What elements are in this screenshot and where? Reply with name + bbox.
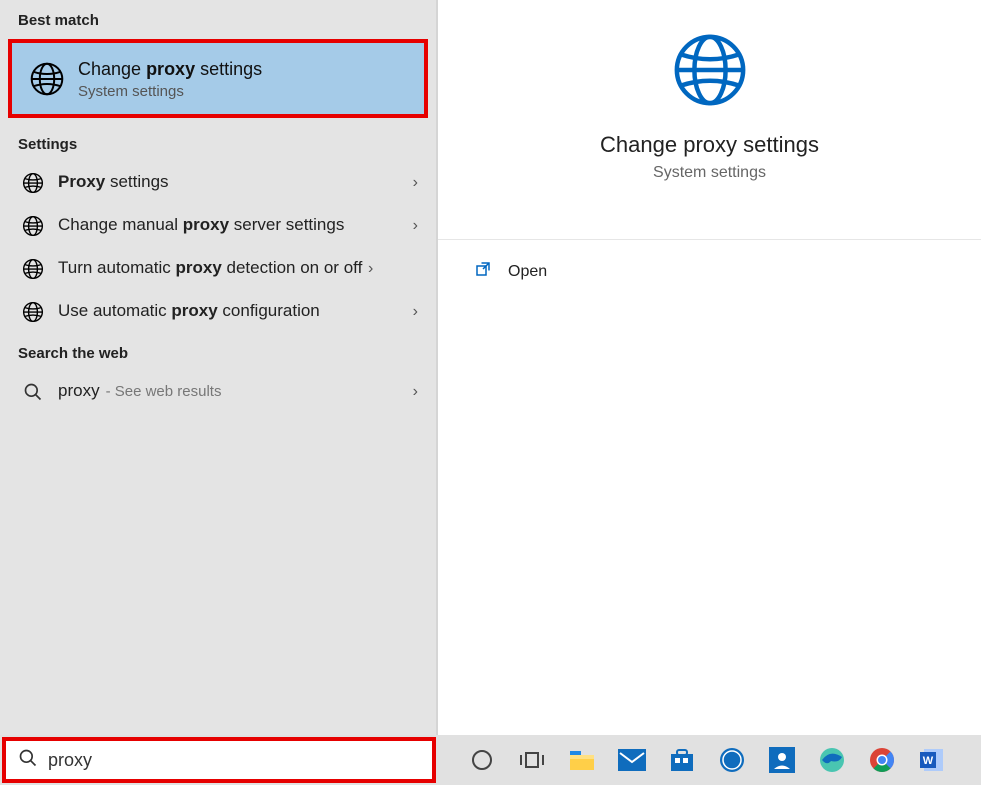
store-icon[interactable]: [666, 744, 698, 776]
globe-icon: [18, 301, 48, 323]
cortana-icon[interactable]: [466, 744, 498, 776]
preview-title: Change proxy settings: [600, 132, 819, 158]
chevron-right-icon: ›: [368, 260, 373, 278]
edge-icon[interactable]: [816, 744, 848, 776]
globe-icon: [18, 172, 48, 194]
web-result-proxy[interactable]: proxy - See web results ›: [4, 370, 432, 413]
chevron-right-icon: ›: [413, 174, 418, 192]
search-box[interactable]: [2, 737, 436, 783]
open-external-icon: [474, 260, 492, 283]
word-icon[interactable]: W: [916, 744, 948, 776]
file-explorer-icon[interactable]: [566, 744, 598, 776]
settings-item-auto-proxy-config[interactable]: Use automatic proxy configuration ›: [4, 290, 432, 333]
contacts-icon[interactable]: [766, 744, 798, 776]
chrome-icon[interactable]: [866, 744, 898, 776]
open-action[interactable]: Open: [438, 240, 981, 303]
settings-item-proxy-settings[interactable]: Proxy settings ›: [4, 161, 432, 204]
open-label: Open: [508, 263, 547, 281]
dell-icon[interactable]: [716, 744, 748, 776]
search-results-panel: Best match Change proxy settings System …: [0, 0, 438, 735]
taskbar: W: [0, 735, 981, 785]
best-match-subtitle: System settings: [78, 83, 262, 100]
best-match-result[interactable]: Change proxy settings System settings: [8, 39, 428, 118]
preview-panel: Change proxy settings System settings Op…: [438, 0, 981, 735]
settings-item-auto-proxy-detection[interactable]: Turn automatic proxy detection on or off…: [4, 247, 432, 290]
chevron-right-icon: ›: [413, 217, 418, 235]
best-match-title: Change proxy settings: [78, 57, 262, 81]
globe-icon: [26, 61, 68, 97]
search-web-header: Search the web: [0, 333, 436, 370]
settings-header: Settings: [0, 124, 436, 161]
svg-text:W: W: [923, 755, 934, 767]
preview-subtitle: System settings: [653, 164, 766, 182]
task-view-icon[interactable]: [516, 744, 548, 776]
globe-icon: [18, 215, 48, 237]
web-term: proxy: [58, 380, 100, 403]
web-suffix: - See web results: [106, 382, 222, 402]
mail-icon[interactable]: [616, 744, 648, 776]
search-icon: [18, 382, 48, 402]
chevron-right-icon: ›: [413, 303, 418, 321]
chevron-right-icon: ›: [413, 383, 418, 401]
settings-item-manual-proxy[interactable]: Change manual proxy server settings ›: [4, 204, 432, 247]
best-match-header: Best match: [0, 0, 436, 37]
search-icon: [18, 748, 38, 773]
search-input[interactable]: [48, 750, 420, 771]
globe-icon: [671, 31, 749, 114]
globe-icon: [18, 258, 48, 280]
